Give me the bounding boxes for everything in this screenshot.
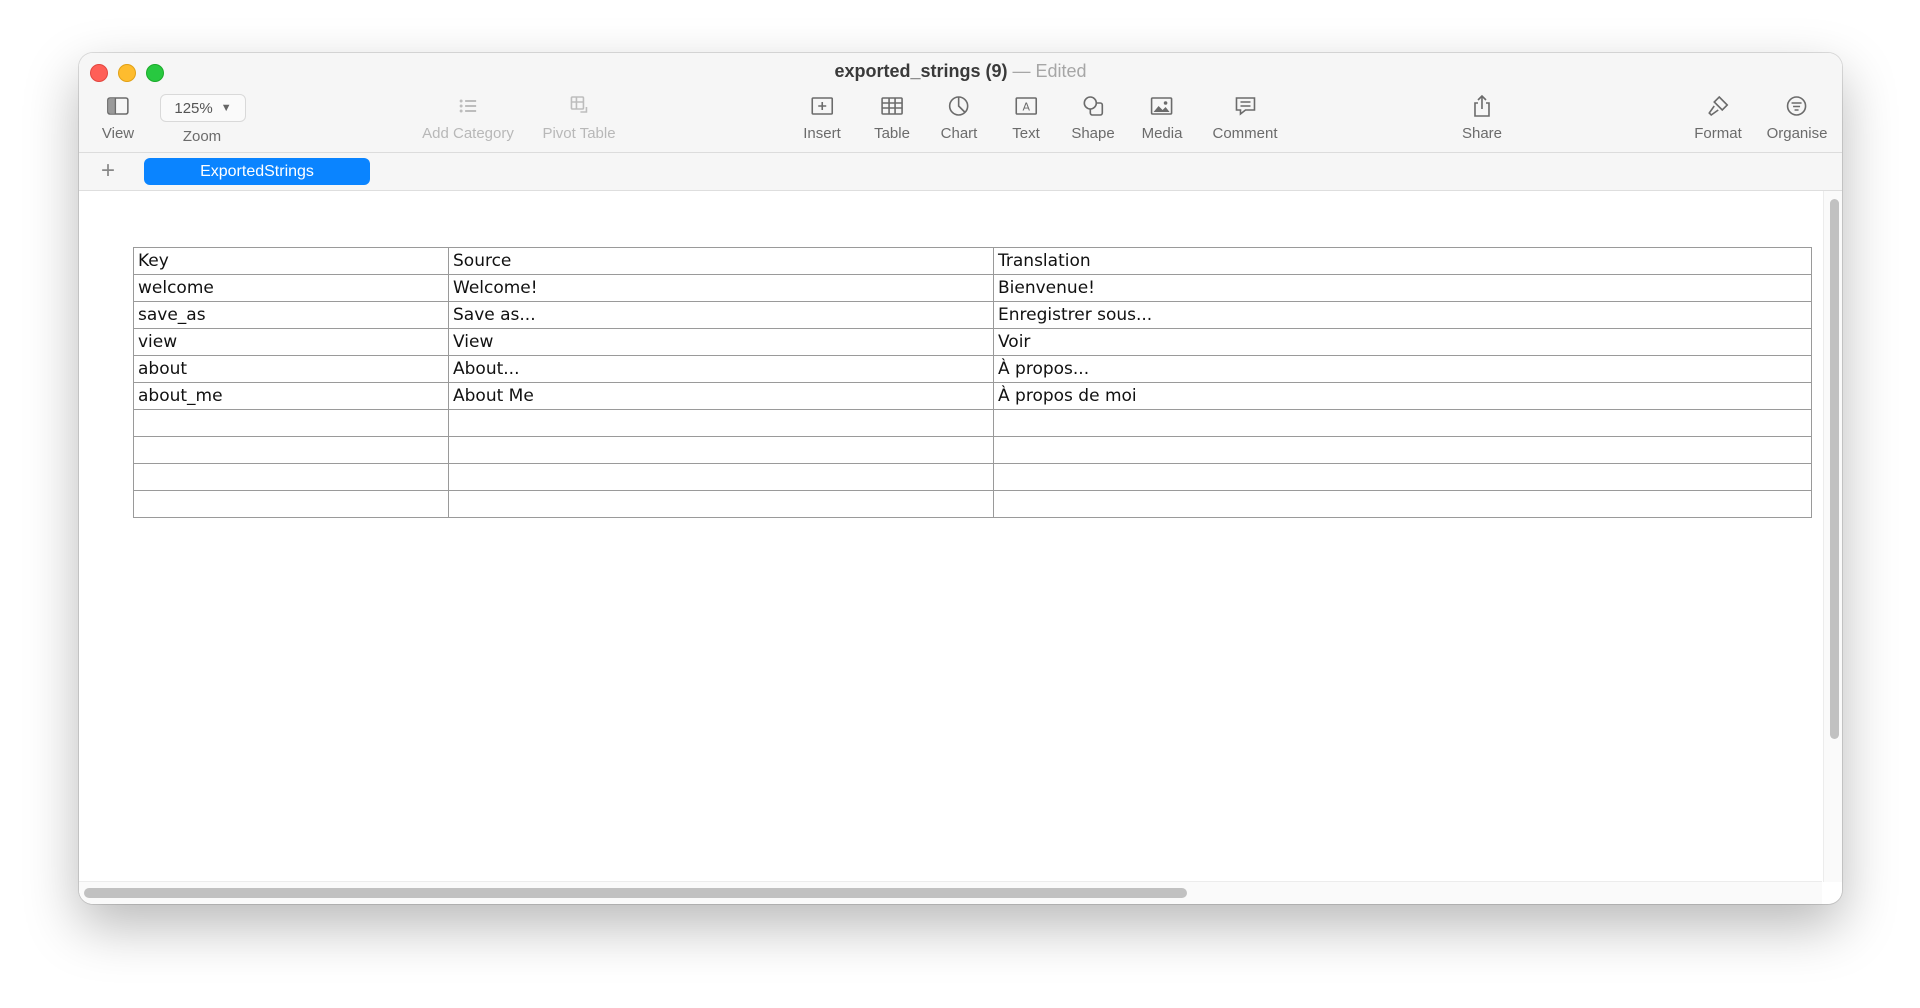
format-button[interactable]: Format	[1694, 93, 1742, 142]
cell-source[interactable]	[448, 463, 994, 491]
paintbrush-icon	[1707, 93, 1729, 119]
vertical-scrollbar[interactable]	[1830, 199, 1839, 739]
cell-key[interactable]: about	[133, 355, 449, 383]
cell-source[interactable]: About Me	[448, 382, 994, 410]
table-row[interactable]	[133, 409, 1812, 437]
pivot-table-button[interactable]: Pivot Table	[542, 93, 616, 142]
organise-button[interactable]: Organise	[1766, 93, 1828, 142]
cell-translation[interactable]: À propos de moi	[993, 382, 1812, 410]
organise-icon	[1786, 93, 1808, 119]
cell-key[interactable]	[133, 409, 449, 437]
table-row[interactable]	[133, 463, 1812, 491]
table-row[interactable]: welcome Welcome! Bienvenue!	[133, 274, 1812, 302]
comment-icon	[1234, 93, 1256, 119]
chevron-down-icon: ▼	[220, 102, 232, 114]
add-sheet-button[interactable]: +	[101, 157, 115, 185]
share-icon	[1472, 93, 1492, 119]
list-icon	[457, 93, 479, 119]
cell-source[interactable]: Welcome!	[448, 274, 994, 302]
table-row[interactable]: about About... À propos...	[133, 355, 1812, 383]
comment-label: Comment	[1212, 125, 1278, 142]
comment-button[interactable]: Comment	[1212, 93, 1278, 142]
window-title: exported_strings (9) — Edited	[79, 61, 1842, 82]
table-button[interactable]: Table	[874, 93, 910, 142]
media-button[interactable]: Media	[1141, 93, 1183, 142]
table-row[interactable]: about_me About Me À propos de moi	[133, 382, 1812, 410]
cell-source[interactable]	[448, 490, 994, 518]
insert-button[interactable]: Insert	[803, 93, 841, 142]
text-button[interactable]: A Text	[1012, 93, 1040, 142]
cell-key[interactable]: about_me	[133, 382, 449, 410]
table-header-row[interactable]: Key Source Translation	[133, 247, 1812, 275]
table-row[interactable]	[133, 436, 1812, 464]
add-category-label: Add Category	[422, 125, 514, 142]
view-label: View	[101, 125, 135, 142]
sheet-tab-bar: + ExportedStrings	[79, 153, 1842, 191]
sheet-canvas[interactable]: Key Source Translation welcome Welcome! Bienv…	[79, 191, 1842, 904]
zoom-select[interactable]: 125% ▼	[160, 94, 246, 122]
cell-key[interactable]: Key	[133, 247, 449, 275]
shape-icon	[1082, 93, 1104, 119]
sheet-tab-exportedstrings[interactable]: ExportedStrings	[144, 158, 370, 185]
shape-button[interactable]: Shape	[1071, 93, 1115, 142]
cell-translation[interactable]: Enregistrer sous...	[993, 301, 1812, 329]
cell-translation[interactable]	[993, 436, 1812, 464]
chart-button[interactable]: Chart	[940, 93, 978, 142]
share-label: Share	[1461, 125, 1503, 142]
table-label: Table	[874, 125, 910, 142]
share-button[interactable]: Share	[1462, 93, 1502, 142]
table-row[interactable]: save_as Save as... Enregistrer sous...	[133, 301, 1812, 329]
format-label: Format	[1694, 125, 1742, 142]
text-box-icon: A	[1015, 93, 1037, 119]
cell-source[interactable]: Save as...	[448, 301, 994, 329]
cell-key[interactable]	[133, 490, 449, 518]
view-button[interactable]: View	[102, 93, 134, 142]
cell-key[interactable]: save_as	[133, 301, 449, 329]
text-label: Text	[1012, 125, 1040, 142]
horizontal-scrollbar[interactable]	[84, 888, 1187, 898]
cell-translation[interactable]: À propos...	[993, 355, 1812, 383]
svg-text:A: A	[1022, 101, 1030, 114]
cell-translation[interactable]	[993, 490, 1812, 518]
cell-source[interactable]: View	[448, 328, 994, 356]
cell-key[interactable]: welcome	[133, 274, 449, 302]
insert-label: Insert	[803, 125, 841, 142]
cell-translation[interactable]: Translation	[993, 247, 1812, 275]
table-row[interactable]: view View Voir	[133, 328, 1812, 356]
cell-source[interactable]: About...	[448, 355, 994, 383]
table-row[interactable]	[133, 490, 1812, 518]
organise-label: Organise	[1766, 125, 1828, 142]
zoom-value: 125%	[174, 99, 213, 117]
cell-translation[interactable]: Voir	[993, 328, 1812, 356]
shape-label: Shape	[1071, 125, 1115, 142]
cell-source[interactable]: Source	[448, 247, 994, 275]
numbers-window: exported_strings (9) — Edited View 125% …	[79, 53, 1842, 904]
pivot-table-label: Pivot Table	[542, 125, 616, 142]
table-icon	[881, 93, 903, 119]
cell-key[interactable]: view	[133, 328, 449, 356]
cell-source[interactable]	[448, 436, 994, 464]
pie-chart-icon	[948, 93, 970, 119]
cell-key[interactable]	[133, 463, 449, 491]
title-separator: —	[1012, 61, 1031, 81]
zoom-label: Zoom	[182, 128, 222, 145]
photo-icon	[1151, 93, 1173, 119]
cell-translation[interactable]	[993, 463, 1812, 491]
sidebar-icon	[107, 93, 129, 119]
pivot-table-icon	[568, 93, 590, 119]
strings-table[interactable]: Key Source Translation welcome Welcome! Bienv…	[133, 247, 1812, 518]
cell-key[interactable]	[133, 436, 449, 464]
document-status: Edited	[1035, 61, 1087, 81]
cell-translation[interactable]	[993, 409, 1812, 437]
media-label: Media	[1141, 125, 1183, 142]
toolbar: exported_strings (9) — Edited View 125% …	[79, 53, 1842, 153]
cell-translation[interactable]: Bienvenue!	[993, 274, 1812, 302]
chart-label: Chart	[940, 125, 978, 142]
add-category-button[interactable]: Add Category	[422, 93, 514, 142]
cell-source[interactable]	[448, 409, 994, 437]
document-name: exported_strings (9)	[834, 61, 1008, 81]
insert-icon	[811, 93, 833, 119]
